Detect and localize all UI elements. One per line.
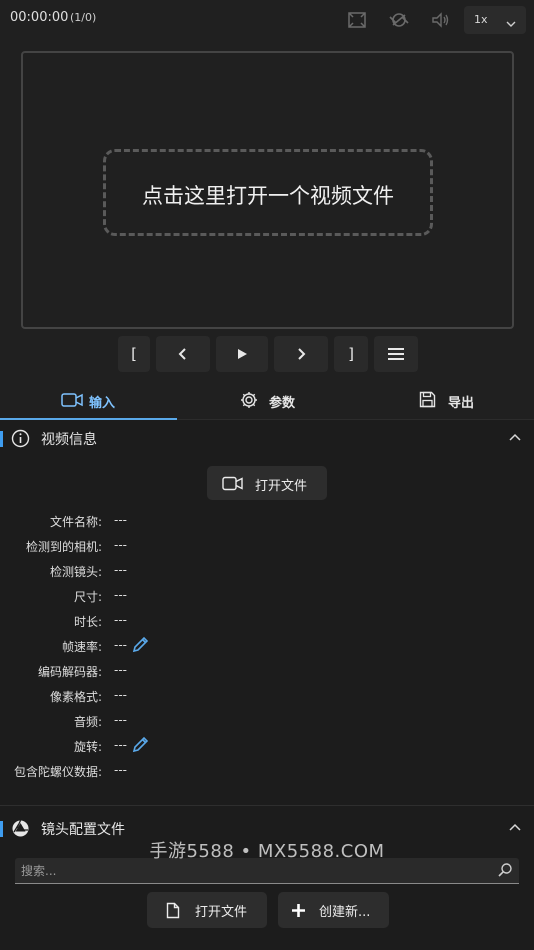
open-lens-file-label: 打开文件 bbox=[195, 905, 248, 920]
video-preview[interactable]: 点击这里打开一个视频文件 bbox=[21, 51, 514, 329]
info-label: 文件名称: bbox=[49, 515, 102, 529]
section-accent-bar bbox=[0, 431, 3, 447]
chevron-right-icon bbox=[298, 348, 306, 360]
fullscreen-icon[interactable] bbox=[346, 9, 368, 31]
video-camera-icon bbox=[222, 476, 243, 491]
info-value: --- bbox=[114, 563, 127, 577]
info-label: 编码解码器: bbox=[37, 665, 102, 679]
info-row-audio: 音频: --- bbox=[0, 708, 534, 733]
save-icon bbox=[419, 391, 436, 408]
info-value: --- bbox=[114, 713, 127, 727]
watermark-text: 手游5588 • MX5588.COM bbox=[149, 841, 385, 862]
mark-out-label: ] bbox=[348, 345, 354, 363]
playback-speed-select[interactable]: 1x bbox=[464, 6, 526, 34]
info-label: 帧速率: bbox=[61, 640, 102, 654]
chevron-up-icon[interactable] bbox=[508, 432, 522, 442]
lens-search-input[interactable] bbox=[21, 862, 481, 880]
info-value: --- bbox=[114, 613, 127, 627]
play-button[interactable] bbox=[216, 336, 268, 372]
info-label: 时长: bbox=[73, 615, 102, 629]
open-file-label: 打开文件 bbox=[255, 479, 308, 494]
section-accent-bar bbox=[0, 821, 3, 837]
tab-params-label: 参数 bbox=[269, 396, 296, 411]
video-camera-icon bbox=[61, 393, 83, 407]
next-frame-button[interactable] bbox=[274, 336, 328, 372]
play-icon bbox=[238, 349, 247, 359]
create-new-label: 创建新... bbox=[319, 905, 371, 920]
info-label: 像素格式: bbox=[49, 690, 102, 704]
mark-in-label: [ bbox=[131, 345, 137, 363]
chevron-up-icon[interactable] bbox=[508, 822, 522, 832]
frame-counter: (1/0) bbox=[70, 11, 97, 24]
tab-params[interactable]: 参数 bbox=[177, 380, 355, 420]
info-row-pixel-format: 像素格式: --- bbox=[0, 683, 534, 708]
tab-bar: 输入 参数 导出 bbox=[0, 380, 534, 420]
info-row-filename: 文件名称: --- bbox=[0, 508, 534, 533]
top-toolbar: 00:00:00 (1/0) 1x bbox=[0, 0, 534, 38]
tab-export[interactable]: 导出 bbox=[355, 380, 534, 420]
info-row-duration: 时长: --- bbox=[0, 608, 534, 633]
timecode: 00:00:00 bbox=[10, 10, 69, 25]
open-video-prompt: 点击这里打开一个视频文件 bbox=[142, 184, 394, 208]
info-icon bbox=[11, 429, 30, 448]
tab-export-label: 导出 bbox=[448, 396, 475, 411]
tab-input[interactable]: 输入 bbox=[0, 380, 177, 420]
mark-out-button[interactable]: ] bbox=[334, 336, 368, 372]
section-divider bbox=[0, 805, 534, 806]
pencil-icon[interactable] bbox=[132, 636, 149, 653]
menu-button[interactable] bbox=[374, 336, 418, 372]
mark-in-button[interactable]: [ bbox=[118, 336, 150, 372]
info-label: 检测镜头: bbox=[49, 565, 102, 579]
info-row-lens: 检测镜头: --- bbox=[0, 558, 534, 583]
stabilize-icon[interactable] bbox=[388, 9, 410, 31]
info-value: --- bbox=[114, 638, 127, 652]
info-row-dimensions: 尺寸: --- bbox=[0, 583, 534, 608]
info-value: --- bbox=[114, 688, 127, 702]
info-row-framerate: 帧速率: --- bbox=[0, 633, 534, 658]
create-new-button[interactable]: 创建新... bbox=[278, 892, 389, 928]
chevron-left-icon bbox=[178, 348, 186, 360]
volume-icon[interactable] bbox=[430, 9, 452, 31]
open-file-button[interactable]: 打开文件 bbox=[207, 466, 327, 500]
info-label: 音频: bbox=[73, 715, 102, 729]
info-value: --- bbox=[114, 763, 127, 777]
info-row-camera: 检测到的相机: --- bbox=[0, 533, 534, 558]
tab-input-label: 输入 bbox=[89, 396, 116, 411]
open-video-dropzone[interactable]: 点击这里打开一个视频文件 bbox=[103, 149, 433, 236]
info-value: --- bbox=[114, 738, 127, 752]
aperture-icon bbox=[12, 820, 29, 837]
pencil-icon[interactable] bbox=[132, 736, 149, 753]
info-row-rotation: 旋转: --- bbox=[0, 733, 534, 758]
info-label: 尺寸: bbox=[73, 590, 102, 604]
info-row-codec: 编码解码器: --- bbox=[0, 658, 534, 683]
chevron-down-icon bbox=[506, 14, 516, 33]
open-lens-file-button[interactable]: 打开文件 bbox=[147, 892, 267, 928]
playback-speed-value: 1x bbox=[474, 13, 488, 26]
info-value: --- bbox=[114, 513, 127, 527]
prev-frame-button[interactable] bbox=[156, 336, 210, 372]
video-info-title: 视频信息 bbox=[41, 432, 97, 448]
document-icon bbox=[166, 902, 180, 919]
search-icon[interactable] bbox=[497, 862, 513, 878]
lens-profile-title: 镜头配置文件 bbox=[41, 822, 125, 838]
info-value: --- bbox=[114, 538, 127, 552]
info-value: --- bbox=[114, 663, 127, 677]
info-label: 检测到的相机: bbox=[25, 540, 102, 554]
info-row-gyro: 包含陀螺仪数据: --- bbox=[0, 758, 534, 783]
info-label: 包含陀螺仪数据: bbox=[13, 765, 102, 779]
menu-icon bbox=[388, 348, 404, 360]
info-label: 旋转: bbox=[73, 740, 102, 754]
gear-icon bbox=[241, 392, 257, 408]
video-info-header[interactable]: 视频信息 bbox=[0, 420, 534, 456]
side-panel: 输入 参数 导出 视频信息 打开文件 文件名称: --- 检测到的相机: ---… bbox=[0, 380, 534, 950]
plus-icon bbox=[292, 904, 305, 917]
info-value: --- bbox=[114, 588, 127, 602]
